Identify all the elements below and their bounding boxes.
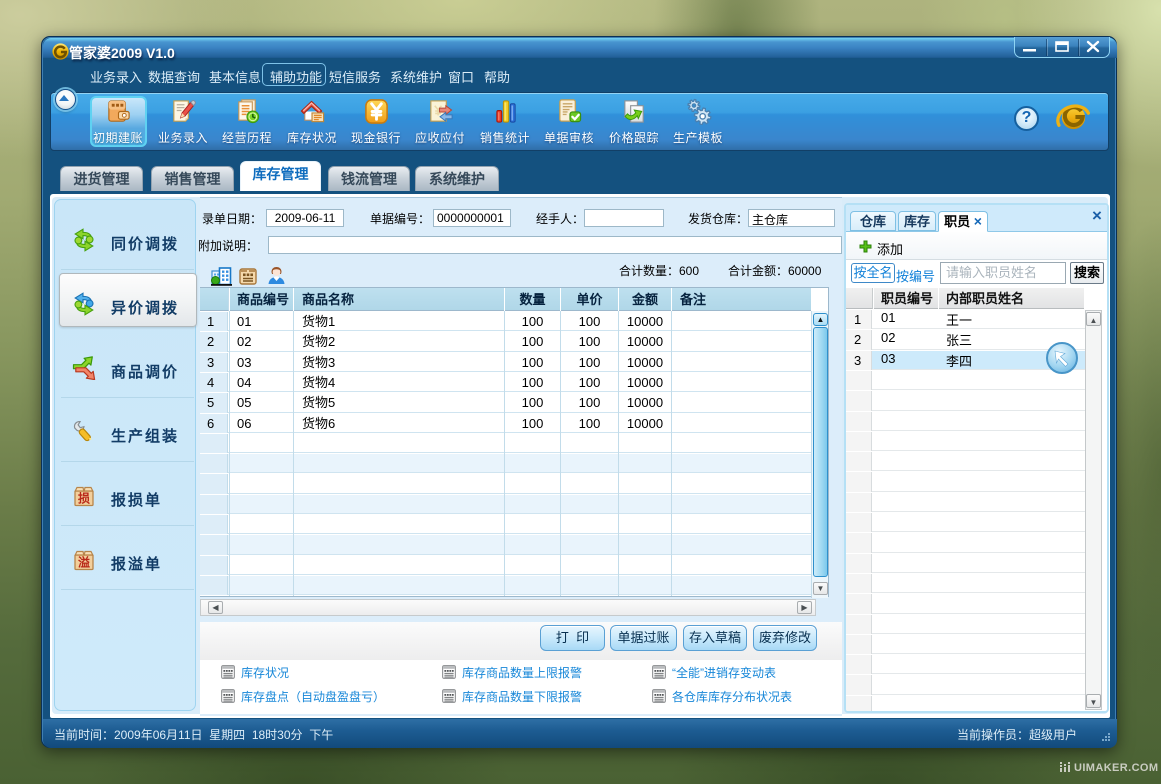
- svg-text:损: 损: [78, 491, 90, 506]
- svg-text:溢: 溢: [78, 555, 90, 570]
